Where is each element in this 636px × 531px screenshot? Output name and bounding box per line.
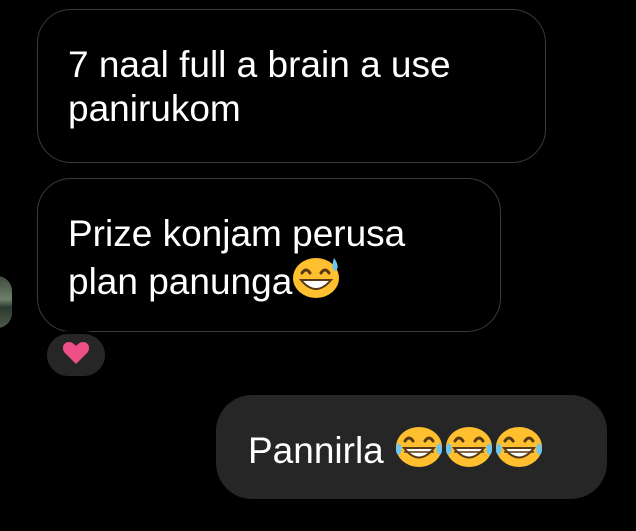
message-text: 7 naal full a brain a use panirukom: [68, 44, 451, 129]
message-text: Pannirla: [248, 430, 384, 471]
grinning-sweat-emoji-icon: [292, 256, 342, 310]
message-text: Prize konjam perusa plan panunga: [68, 213, 406, 302]
tears-of-joy-emoji-icon: [394, 425, 444, 479]
message-bubble-incoming[interactable]: Prize konjam perusa plan panunga: [37, 178, 501, 332]
tears-of-joy-emoji-icon: [494, 425, 544, 479]
message-bubble-incoming[interactable]: 7 naal full a brain a use panirukom: [37, 9, 546, 163]
tears-of-joy-emoji-icon: [444, 425, 494, 479]
message-reaction[interactable]: [44, 331, 108, 379]
sender-avatar[interactable]: [0, 276, 12, 328]
message-bubble-outgoing[interactable]: Pannirla: [216, 395, 607, 499]
heart-icon: [62, 341, 90, 370]
